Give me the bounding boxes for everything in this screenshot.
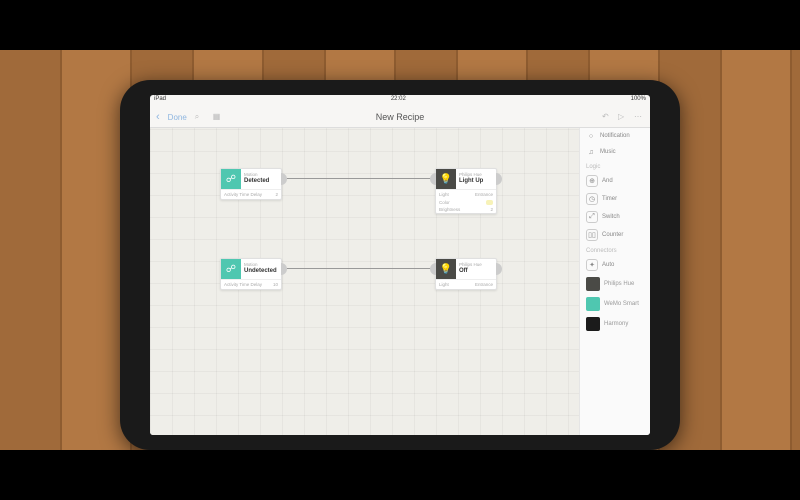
sidebar-section-connectors: Connectors — [580, 244, 650, 256]
p3-label: Brightness — [439, 207, 460, 212]
output-port[interactable] — [496, 173, 502, 185]
sidebar-item-label: Counter — [602, 232, 623, 238]
p3-value: 2 — [490, 207, 493, 212]
sidebar-item-label: Timer — [602, 196, 617, 202]
sidebar-item-label: Notification — [600, 133, 630, 139]
sidebar-item-label: Switch — [602, 214, 620, 220]
status-battery: 100% — [631, 96, 646, 106]
action-node-lightup[interactable]: 💡 Philips Hue Light Up Light Entrance Co… — [435, 168, 497, 214]
switch-icon: ⤢ — [586, 211, 598, 223]
sidebar-item-label: Harmony — [604, 321, 628, 327]
sidebar-connector-harmony[interactable]: Harmony — [580, 314, 650, 334]
action-node-off[interactable]: 💡 Philips Hue Off Light Entrance — [435, 258, 497, 290]
music-icon: ♫ — [586, 147, 596, 157]
counter-icon: ▯▯ — [586, 229, 598, 241]
sidebar-item-label: Music — [600, 149, 616, 155]
sidebar-item-and[interactable]: ⊕ And — [580, 172, 650, 190]
sidebar-item-music[interactable]: ♫ Music — [580, 144, 650, 160]
connection-line — [287, 268, 435, 269]
bulb-icon: 💡 — [436, 169, 456, 189]
play-icon[interactable]: ▷ — [618, 112, 628, 122]
output-port[interactable] — [496, 263, 502, 275]
page-title: New Recipe — [150, 112, 650, 122]
sidebar-item-timer[interactable]: ◷ Timer — [580, 190, 650, 208]
tablet-device: iPad 22:02 100% ‹ Done ⌕ ▦ New Recipe ↶ … — [120, 80, 680, 450]
trigger-node-undetected[interactable]: ☍ Motion Undetected Activity Time Delay … — [220, 258, 282, 290]
param-value: 2 — [275, 192, 278, 197]
connector-swatch — [586, 317, 600, 331]
motion-icon: ☍ — [221, 169, 241, 189]
param-label: Activity Time Delay — [224, 282, 262, 287]
undo-icon[interactable]: ↶ — [602, 112, 612, 122]
loc-value: Entrance — [475, 282, 493, 287]
input-port[interactable] — [430, 173, 436, 185]
ios-status-bar: iPad 22:02 100% — [150, 95, 650, 107]
sidebar-item-label: And — [602, 178, 613, 184]
app-toolbar: ‹ Done ⌕ ▦ New Recipe ↶ ▷ ⋯ — [150, 107, 650, 128]
sidebar-item-notification[interactable]: ○ Notification — [580, 128, 650, 144]
bulb-icon: 💡 — [436, 259, 456, 279]
timer-icon: ◷ — [586, 193, 598, 205]
sidebar-section-logic: Logic — [580, 160, 650, 172]
sidebar-connector-wemo[interactable]: WeMo Smart — [580, 294, 650, 314]
connector-swatch — [586, 277, 600, 291]
status-device: iPad — [154, 96, 166, 106]
sidebar-item-auto[interactable]: ✦ Auto — [580, 256, 650, 274]
and-icon: ⊕ — [586, 175, 598, 187]
bell-icon: ○ — [586, 131, 596, 141]
sidebar-item-counter[interactable]: ▯▯ Counter — [580, 226, 650, 244]
loc-label: Light — [439, 282, 449, 287]
param-label: Activity Time Delay — [224, 192, 262, 197]
auto-icon: ✦ — [586, 259, 598, 271]
component-sidebar: ○ Notification ♫ Music Logic ⊕ And ◷ Ti — [579, 128, 650, 435]
back-button[interactable]: ‹ — [156, 111, 160, 123]
status-time: 22:02 — [391, 96, 406, 106]
loc-value: Entrance — [475, 192, 493, 197]
done-button[interactable]: Done — [168, 113, 187, 122]
tablet-screen: iPad 22:02 100% ‹ Done ⌕ ▦ New Recipe ↶ … — [150, 95, 650, 435]
output-port[interactable] — [281, 263, 287, 275]
stage: iPad 22:02 100% ‹ Done ⌕ ▦ New Recipe ↶ … — [0, 0, 800, 500]
color-chip[interactable] — [486, 200, 493, 205]
grid-icon[interactable]: ▦ — [213, 112, 223, 122]
loc-label: Light — [439, 192, 449, 197]
input-port[interactable] — [430, 263, 436, 275]
node-value: Detected — [244, 178, 278, 184]
app-body: ☍ Motion Detected Activity Time Delay 2 — [150, 128, 650, 435]
recipe-canvas[interactable]: ☍ Motion Detected Activity Time Delay 2 — [150, 128, 579, 435]
node-value: Undetected — [244, 268, 278, 274]
node-value: Off — [459, 268, 493, 274]
more-icon[interactable]: ⋯ — [634, 112, 644, 122]
param-value: 10 — [273, 282, 278, 287]
motion-icon: ☍ — [221, 259, 241, 279]
search-icon[interactable]: ⌕ — [195, 112, 205, 122]
connection-line — [287, 178, 435, 179]
node-value: Light Up — [459, 178, 493, 184]
sidebar-connector-hue[interactable]: Philips Hue — [580, 274, 650, 294]
sidebar-item-label: Auto — [602, 262, 614, 268]
sidebar-item-label: WeMo Smart — [604, 301, 639, 307]
output-port[interactable] — [281, 173, 287, 185]
connector-swatch — [586, 297, 600, 311]
p2-label: Color — [439, 200, 450, 205]
sidebar-item-switch[interactable]: ⤢ Switch — [580, 208, 650, 226]
trigger-node-detected[interactable]: ☍ Motion Detected Activity Time Delay 2 — [220, 168, 282, 200]
sidebar-item-label: Philips Hue — [604, 281, 634, 287]
